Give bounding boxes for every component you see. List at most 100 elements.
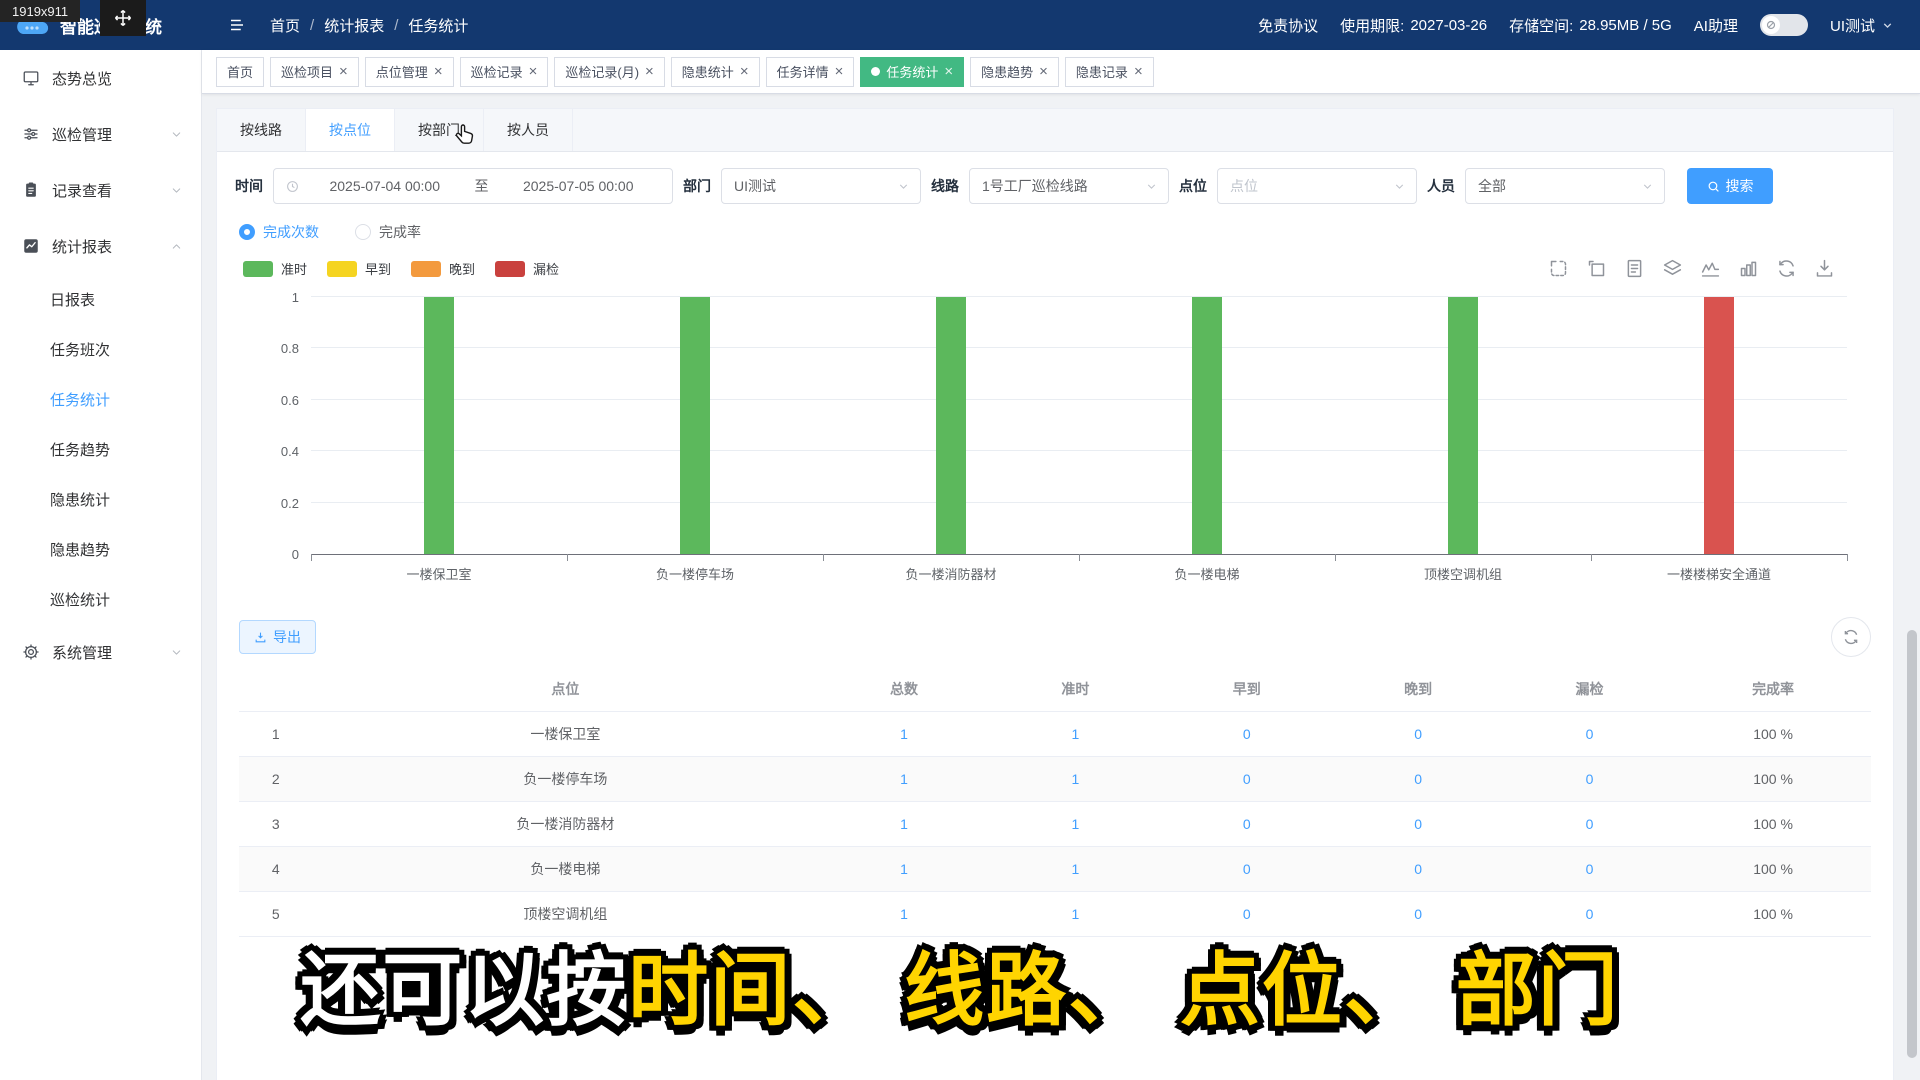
cell-link[interactable]: 1	[818, 847, 989, 892]
view-tab-1[interactable]: 按点位	[306, 109, 395, 151]
cell-link[interactable]: 1	[990, 847, 1161, 892]
legend-item-0[interactable]: 准时	[243, 259, 307, 278]
save-image-icon[interactable]	[1814, 258, 1835, 279]
sidebar-item-3[interactable]: 统计报表	[0, 218, 201, 274]
tab-9[interactable]: 隐患记录×	[1065, 57, 1154, 87]
date-end-value[interactable]: 2025-07-05 00:00	[497, 178, 661, 194]
tab-5[interactable]: 隐患统计×	[671, 57, 760, 87]
cell-link[interactable]: 0	[1161, 757, 1332, 802]
dept-select[interactable]: UI测试	[721, 168, 921, 204]
legend-item-2[interactable]: 晚到	[411, 259, 475, 278]
view-tab-2[interactable]: 按部门	[395, 109, 484, 151]
close-icon[interactable]: ×	[434, 64, 443, 79]
sidebar-item-2[interactable]: 记录查看	[0, 162, 201, 218]
bar-chart-icon[interactable]	[1738, 258, 1759, 279]
point-select[interactable]: 点位	[1217, 168, 1417, 204]
line-select[interactable]: 1号工厂巡检线路	[969, 168, 1169, 204]
close-icon[interactable]: ×	[339, 64, 348, 79]
tab-0[interactable]: 首页	[216, 57, 264, 87]
close-icon[interactable]: ×	[529, 64, 538, 79]
zoom-reset-icon[interactable]	[1586, 258, 1607, 279]
bar-4[interactable]	[1448, 297, 1478, 554]
top-header: 智能巡检系统 首页 / 统计报表 / 任务统计 免责协议 使用期限: 2027-…	[0, 0, 1920, 50]
cell-link[interactable]: 0	[1504, 757, 1675, 802]
close-icon[interactable]: ×	[944, 64, 953, 79]
data-view-icon[interactable]	[1624, 258, 1645, 279]
chart-slot-2	[823, 297, 1079, 554]
date-range-input[interactable]: 2025-07-04 00:00 至 2025-07-05 00:00	[273, 168, 673, 204]
sidebar-item-11[interactable]: 系统管理	[0, 624, 201, 680]
sidebar-item-6[interactable]: 任务统计	[0, 374, 201, 424]
cell-link[interactable]: 1	[990, 757, 1161, 802]
user-menu[interactable]: UI测试	[1830, 15, 1894, 36]
bar-5[interactable]	[1704, 297, 1734, 554]
cell-link[interactable]: 0	[1332, 712, 1503, 757]
cell-link[interactable]: 0	[1161, 847, 1332, 892]
cell-link[interactable]: 0	[1332, 847, 1503, 892]
view-tab-0[interactable]: 按线路	[217, 109, 306, 151]
tab-7[interactable]: 任务统计×	[860, 57, 964, 87]
tab-8[interactable]: 隐患趋势×	[970, 57, 1059, 87]
line-chart-icon[interactable]	[1700, 258, 1721, 279]
tab-1[interactable]: 巡检项目×	[270, 57, 359, 87]
cell-link[interactable]: 1	[818, 712, 989, 757]
sidebar-item-9[interactable]: 隐患趋势	[0, 524, 201, 574]
close-icon[interactable]: ×	[1134, 64, 1143, 79]
restore-icon[interactable]	[1776, 258, 1797, 279]
breadcrumb-reports[interactable]: 统计报表	[324, 15, 384, 36]
cell-link[interactable]: 0	[1332, 757, 1503, 802]
dept-label: 部门	[683, 176, 711, 196]
close-icon[interactable]: ×	[835, 64, 844, 79]
close-icon[interactable]: ×	[645, 64, 654, 79]
radio-1[interactable]: 完成率	[355, 222, 421, 242]
export-button[interactable]: 导出	[239, 620, 316, 654]
view-tab-3[interactable]: 按人员	[484, 109, 573, 151]
vertical-scrollbar[interactable]	[1907, 630, 1917, 1058]
sidebar-item-0[interactable]: 态势总览	[0, 50, 201, 106]
close-icon[interactable]: ×	[1039, 64, 1048, 79]
zoom-select-icon[interactable]	[1548, 258, 1569, 279]
cell-link[interactable]: 0	[1161, 802, 1332, 847]
y-axis-tick-label: 0.6	[257, 393, 299, 408]
cell-link[interactable]: 0	[1504, 802, 1675, 847]
sidebar-item-label: 任务班次	[50, 339, 110, 360]
cell-link[interactable]: 0	[1504, 847, 1675, 892]
cell-link[interactable]: 0	[1161, 712, 1332, 757]
bar-3[interactable]	[1192, 297, 1222, 554]
breadcrumb-home[interactable]: 首页	[270, 15, 300, 36]
radio-0[interactable]: 完成次数	[239, 222, 319, 242]
cell-link[interactable]: 1	[990, 712, 1161, 757]
cell-link[interactable]: 1	[990, 802, 1161, 847]
cell-link[interactable]: 1	[818, 757, 989, 802]
stack-icon[interactable]	[1662, 258, 1683, 279]
cell-link[interactable]: 1	[818, 802, 989, 847]
bar-2[interactable]	[936, 297, 966, 554]
sidebar-item-1[interactable]: 巡检管理	[0, 106, 201, 162]
sidebar-item-4[interactable]: 日报表	[0, 274, 201, 324]
cell-link[interactable]: 0	[1504, 712, 1675, 757]
hamburger-icon[interactable]	[228, 16, 246, 34]
bar-1[interactable]	[680, 297, 710, 554]
ai-assistant-toggle[interactable]	[1760, 14, 1808, 36]
sidebar-item-8[interactable]: 隐患统计	[0, 474, 201, 524]
resolution-badge: 1919x911	[0, 0, 80, 22]
legend-item-3[interactable]: 漏检	[495, 259, 559, 278]
disclaimer-link[interactable]: 免责协议	[1258, 15, 1318, 36]
tab-3[interactable]: 巡检记录×	[460, 57, 549, 87]
sidebar-item-10[interactable]: 巡检统计	[0, 574, 201, 624]
person-select[interactable]: 全部	[1465, 168, 1665, 204]
bar-0[interactable]	[424, 297, 454, 554]
tab-4[interactable]: 巡检记录(月)×	[554, 57, 664, 87]
refresh-button[interactable]	[1831, 617, 1871, 657]
cell-link[interactable]: 0	[1332, 802, 1503, 847]
cell-text: 100 %	[1675, 802, 1871, 847]
tab-2[interactable]: 点位管理×	[365, 57, 454, 87]
sidebar-item-label: 任务统计	[50, 389, 110, 410]
tab-6[interactable]: 任务详情×	[766, 57, 855, 87]
date-start-value[interactable]: 2025-07-04 00:00	[303, 178, 467, 194]
close-icon[interactable]: ×	[740, 64, 749, 79]
search-button[interactable]: 搜索	[1687, 168, 1773, 204]
sidebar-item-5[interactable]: 任务班次	[0, 324, 201, 374]
sidebar-item-7[interactable]: 任务趋势	[0, 424, 201, 474]
legend-item-1[interactable]: 早到	[327, 259, 391, 278]
